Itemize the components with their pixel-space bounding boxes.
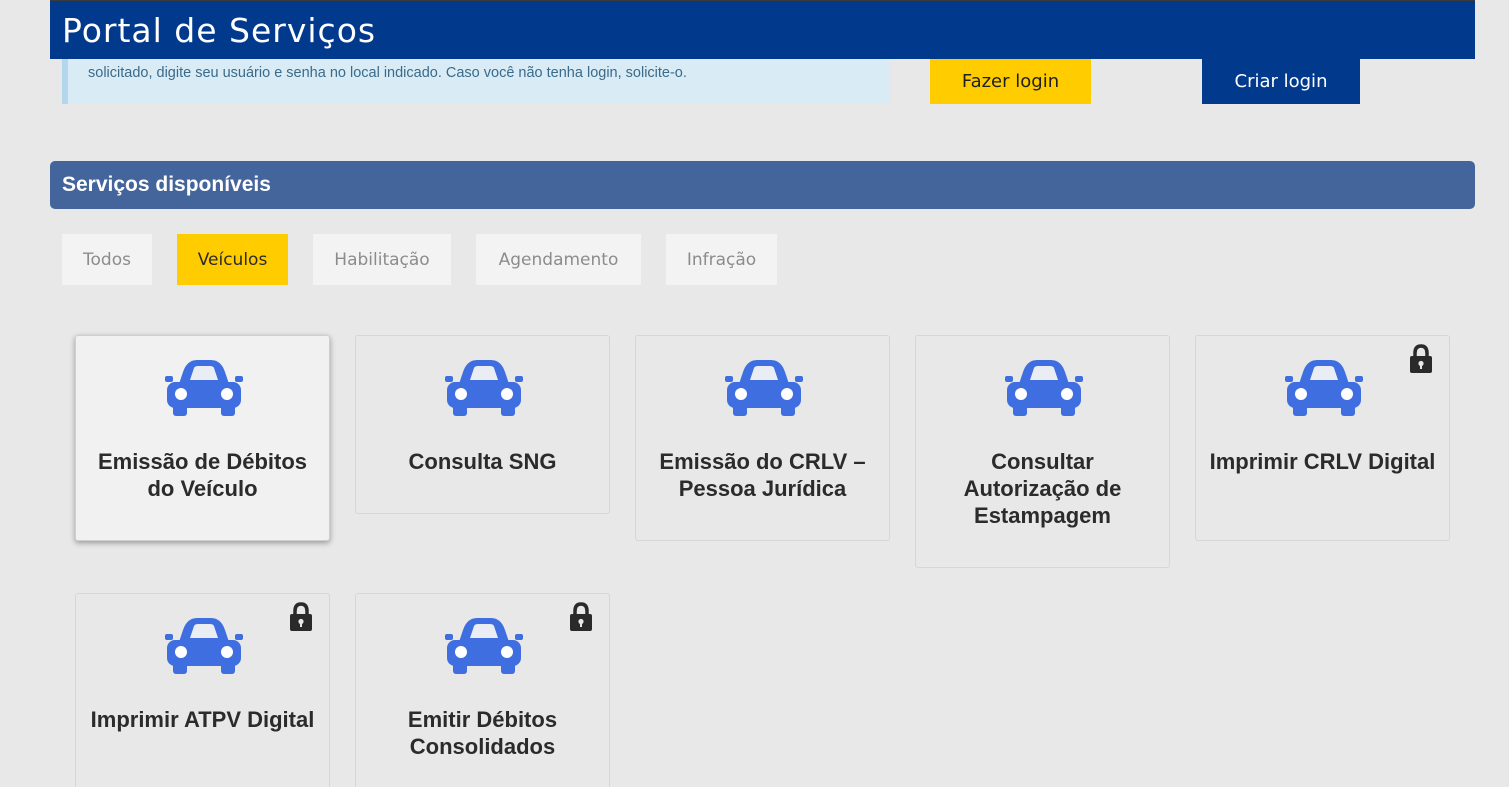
create-login-button[interactable]: Criar login — [1202, 59, 1360, 104]
service-card-autorizacao-estampagem[interactable]: Consultar Autorização de Estampagem — [915, 335, 1170, 568]
service-card-title: Consultar Autorização de Estampagem — [963, 449, 1122, 528]
car-icon — [725, 360, 803, 416]
service-card-title: Emissão de Débitos do Veículo — [97, 449, 308, 501]
tab-habilitacao[interactable]: Habilitação — [313, 234, 451, 285]
login-info-box: solicitado, digite seu usuário e senha n… — [62, 59, 890, 104]
service-card-title: Imprimir ATPV Digital — [90, 707, 315, 732]
service-card-emissao-debitos[interactable]: Emissão de Débitos do Veículo — [75, 335, 330, 541]
lock-icon — [1409, 344, 1433, 374]
portal-header: Portal de Serviços — [50, 0, 1475, 59]
service-card-title: Emissão do CRLV – Pessoa Jurídica — [659, 449, 866, 501]
service-card-debitos-consolidados[interactable]: Emitir Débitos Consolidados — [355, 593, 610, 787]
lock-icon — [289, 602, 313, 632]
car-icon — [165, 360, 243, 416]
service-card-crlv-pj[interactable]: Emissão do CRLV – Pessoa Jurídica — [635, 335, 890, 541]
tab-todos[interactable]: Todos — [62, 234, 152, 285]
page-title: Portal de Serviços — [62, 11, 377, 50]
car-icon — [445, 360, 523, 416]
service-card-imprimir-crlv[interactable]: Imprimir CRLV Digital — [1195, 335, 1450, 541]
tab-agendamento[interactable]: Agendamento — [476, 234, 641, 285]
service-card-title: Consulta SNG — [408, 449, 557, 474]
car-icon — [1285, 360, 1363, 416]
service-card-consulta-sng[interactable]: Consulta SNG — [355, 335, 610, 514]
page: Portal de Serviços solicitado, digite se… — [0, 0, 1509, 787]
section-title: Serviços disponíveis — [62, 173, 271, 196]
tab-veiculos[interactable]: Veículos — [177, 234, 288, 285]
login-button[interactable]: Fazer login — [930, 59, 1091, 104]
login-info-text: solicitado, digite seu usuário e senha n… — [88, 65, 687, 81]
lock-icon — [569, 602, 593, 632]
services-section-header: Serviços disponíveis — [50, 161, 1475, 209]
car-icon — [1005, 360, 1083, 416]
service-card-imprimir-atpv[interactable]: Imprimir ATPV Digital — [75, 593, 330, 787]
service-card-title: Emitir Débitos Consolidados — [407, 707, 558, 759]
service-card-title: Imprimir CRLV Digital — [1209, 449, 1436, 474]
car-icon — [445, 618, 523, 674]
car-icon — [165, 618, 243, 674]
tab-infracao[interactable]: Infração — [666, 234, 777, 285]
